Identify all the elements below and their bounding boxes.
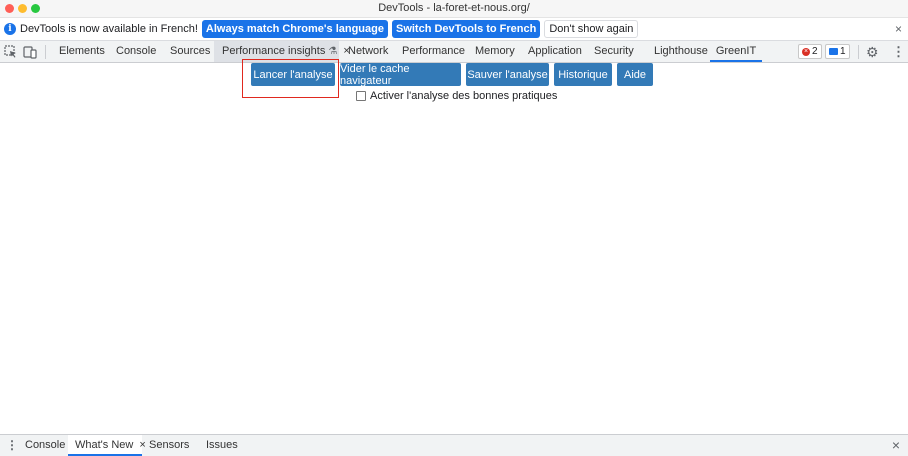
drawer-tab-sensors[interactable]: Sensors [142, 435, 196, 456]
greenit-panel: Lancer l'analyse Vider le cache navigate… [0, 59, 908, 434]
tab-elements[interactable]: Elements [52, 41, 112, 62]
dont-show-again-button[interactable]: Don't show again [544, 20, 639, 38]
drawer-tab-console[interactable]: Console [18, 435, 72, 456]
more-options-icon[interactable]: ⋮ [892, 44, 905, 60]
lancer-analyse-button[interactable]: Lancer l'analyse [251, 63, 335, 86]
toolbar-divider-right [858, 45, 859, 59]
toolbar-divider [45, 45, 46, 59]
sauver-analyse-button[interactable]: Sauver l'analyse [466, 63, 549, 86]
tab-application[interactable]: Application [521, 41, 589, 62]
drawer-tab-issues[interactable]: Issues [199, 435, 245, 456]
tab-console[interactable]: Console [109, 41, 163, 62]
info-icon: i [4, 23, 16, 35]
language-infobar: i DevTools is now available in French! A… [0, 18, 908, 41]
infobar-close-icon[interactable]: × [895, 22, 902, 36]
tab-memory[interactable]: Memory [468, 41, 522, 62]
messages-count: 1 [840, 46, 846, 57]
devtools-drawer: ⋮ Console What's New × Sensors Issues × [0, 434, 908, 456]
historique-button[interactable]: Historique [554, 63, 612, 86]
drawer-close-icon[interactable]: × [892, 437, 900, 453]
errors-count: 2 [812, 46, 818, 57]
device-toolbar-icon[interactable] [23, 45, 37, 59]
always-match-language-button[interactable]: Always match Chrome's language [201, 20, 388, 38]
drawer-tab-whats-new[interactable]: What's New × [68, 435, 146, 456]
tab-greenit[interactable]: GreenIT [710, 41, 762, 62]
best-practices-label: Activer l'analyse des bonnes pratiques [370, 90, 558, 102]
best-practices-checkbox[interactable] [356, 91, 366, 101]
flask-icon: ⚗ [328, 46, 338, 57]
devtools-tabbar: Elements Console Sources Performance ins… [0, 41, 908, 63]
tab-performance[interactable]: Performance [395, 41, 472, 62]
tab-performance-insights-label: Performance insights [222, 45, 326, 57]
drawer-tab-whats-new-label: What's New [75, 439, 134, 451]
tab-sources[interactable]: Sources [163, 41, 217, 62]
drawer-more-icon[interactable]: ⋮ [6, 438, 18, 452]
gear-icon[interactable]: ⚙ [866, 44, 879, 61]
best-practices-option: Activer l'analyse des bonnes pratiques [356, 90, 557, 102]
errors-badge[interactable]: × 2 [798, 44, 822, 59]
inspect-element-icon[interactable] [4, 45, 18, 59]
tab-lighthouse[interactable]: Lighthouse [647, 41, 715, 62]
aide-button[interactable]: Aide [617, 63, 653, 86]
window-titlebar: DevTools - la-foret-et-nous.org/ [0, 0, 908, 18]
infobar-message: DevTools is now available in French! [20, 23, 198, 35]
error-icon: × [802, 47, 810, 56]
tab-network[interactable]: Network [341, 41, 395, 62]
vider-cache-button[interactable]: Vider le cache navigateur [340, 63, 461, 87]
tab-security[interactable]: Security [587, 41, 641, 62]
message-icon [829, 48, 838, 55]
messages-badge[interactable]: 1 [825, 44, 850, 59]
window-title: DevTools - la-foret-et-nous.org/ [378, 2, 530, 14]
switch-to-french-button[interactable]: Switch DevTools to French [391, 20, 541, 38]
